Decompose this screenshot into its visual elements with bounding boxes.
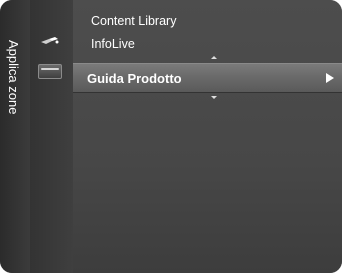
menu-panel: Content Library InfoLive Guida Prodotto [73, 0, 342, 273]
scroll-up-icon [211, 56, 217, 59]
right-triangle-icon [326, 73, 334, 83]
left-strip: Applica zone [0, 0, 30, 273]
menu-item-content-library[interactable]: Content Library [91, 14, 176, 28]
tv-screen-icon [38, 64, 62, 79]
vertical-title: Applica zone [6, 40, 21, 115]
menu-item-guida-prodotto: Guida Prodotto [87, 71, 182, 86]
satellite-icon [41, 37, 59, 44]
menu-item-infolive[interactable]: InfoLive [91, 37, 135, 51]
selected-menu-item[interactable]: Guida Prodotto [73, 63, 342, 93]
screen: Applica zone Content Library InfoLive Gu… [0, 0, 342, 273]
scroll-down-icon [211, 96, 217, 99]
